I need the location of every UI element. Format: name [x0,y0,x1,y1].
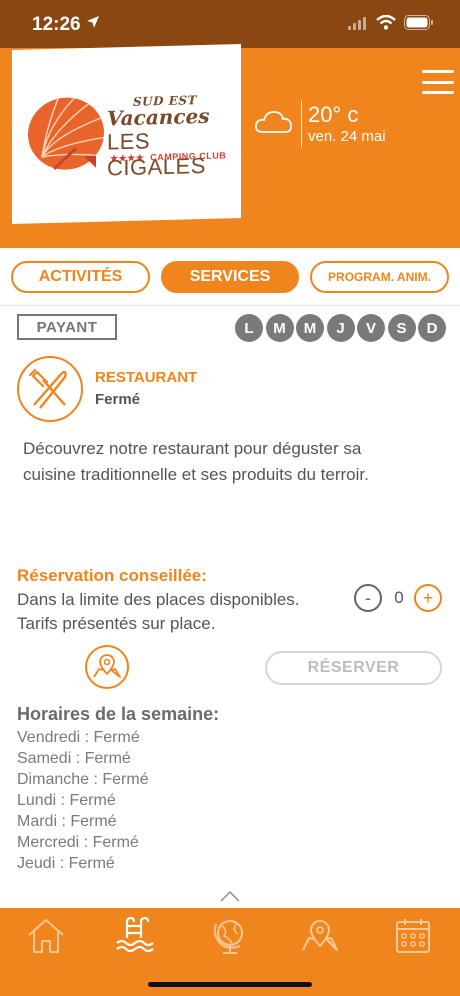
pool-icon[interactable] [115,916,155,956]
logo-card[interactable]: SUD EST Vacances LES CIGALES ★★★★ CAMPIN… [12,44,241,225]
service-title: RESTAURANT [95,369,198,386]
cloud-icon [254,111,293,133]
status-bar: 12:26 [0,0,460,48]
tab-activites[interactable]: ACTIVITÉS [11,261,150,293]
brand-logo-text: SUD EST Vacances [107,93,209,130]
increment-button[interactable]: + [414,584,442,612]
home-icon[interactable] [26,916,66,956]
status-icons [348,15,434,30]
day-badge-saturday: S [387,314,416,342]
rating-stars: ★★★★ [110,152,145,164]
hours-row: Vendredi : Fermé [17,729,140,746]
home-indicator[interactable] [148,982,312,987]
map-pin-icon [93,654,121,678]
fork-knife-icon [28,368,67,409]
day-badge-tuesday: M [265,314,294,342]
battery-icon [404,15,433,30]
menu-button[interactable] [422,70,454,94]
calendar-icon[interactable] [393,916,433,956]
app-header: SUD EST Vacances LES CIGALES ★★★★ CAMPIN… [0,44,460,248]
hours-row: Jeudi : Fermé [17,855,115,872]
paid-badge: PAYANT [17,314,117,340]
weather-date: ven. 24 mai [308,128,386,145]
hours-row: Dimanche : Fermé [17,771,149,788]
weather-temperature: 20° c [308,102,359,127]
hours-title: Horaires de la semaine: [17,704,220,724]
reservation-note-2: Tarifs présentés sur place. [17,614,216,633]
weather-divider [301,101,302,147]
menu-line [422,80,454,84]
opening-days: L M M J V S D [235,314,446,342]
reservation-title: Réservation conseillée: [17,566,207,585]
reservation-note-1: Dans la limite des places disponibles. [17,590,300,609]
quantity-stepper: - 0 + [354,584,446,614]
service-description: Découvrez notre restaurant pour déguster… [23,439,369,484]
reserve-button[interactable]: RÉSERVER [265,651,442,685]
day-badge-monday: L [235,314,263,342]
hours-row: Mercredi : Fermé [17,834,139,851]
tab-services[interactable]: SERVICES [161,261,299,293]
map-icon[interactable] [300,916,340,956]
decrement-button[interactable]: - [354,584,382,612]
menu-line [422,70,454,73]
service-tabs: ACTIVITÉS SERVICES PROGRAM. ANIM. [0,248,460,306]
hours-row: Samedi : Fermé [17,750,131,767]
menu-line [422,91,454,94]
hours-row: Lundi : Fermé [17,792,116,809]
signal-icon [348,16,366,30]
hours-list: Vendredi : Fermé Samedi : Fermé Dimanche… [17,727,149,874]
location-arrow-icon [87,16,99,28]
day-badge-sunday: D [418,314,446,342]
wifi-icon [376,15,396,30]
day-badge-friday: V [357,314,385,342]
camping-subtitle: CAMPING CLUB [150,150,227,163]
chevron-up-icon[interactable] [219,889,241,903]
globe-icon[interactable] [210,916,250,956]
quantity-value: 0 [394,588,404,607]
day-badge-thursday: J [326,314,355,342]
status-time: 12:26 [32,14,81,35]
hours-row: Mardi : Fermé [17,813,117,830]
day-badge-wednesday: M [296,314,324,342]
restaurant-icon [17,356,83,422]
tab-program-anim[interactable]: PROGRAM. ANIM. [310,261,449,293]
service-status: Fermé [95,391,141,408]
map-location-button[interactable] [85,645,129,689]
